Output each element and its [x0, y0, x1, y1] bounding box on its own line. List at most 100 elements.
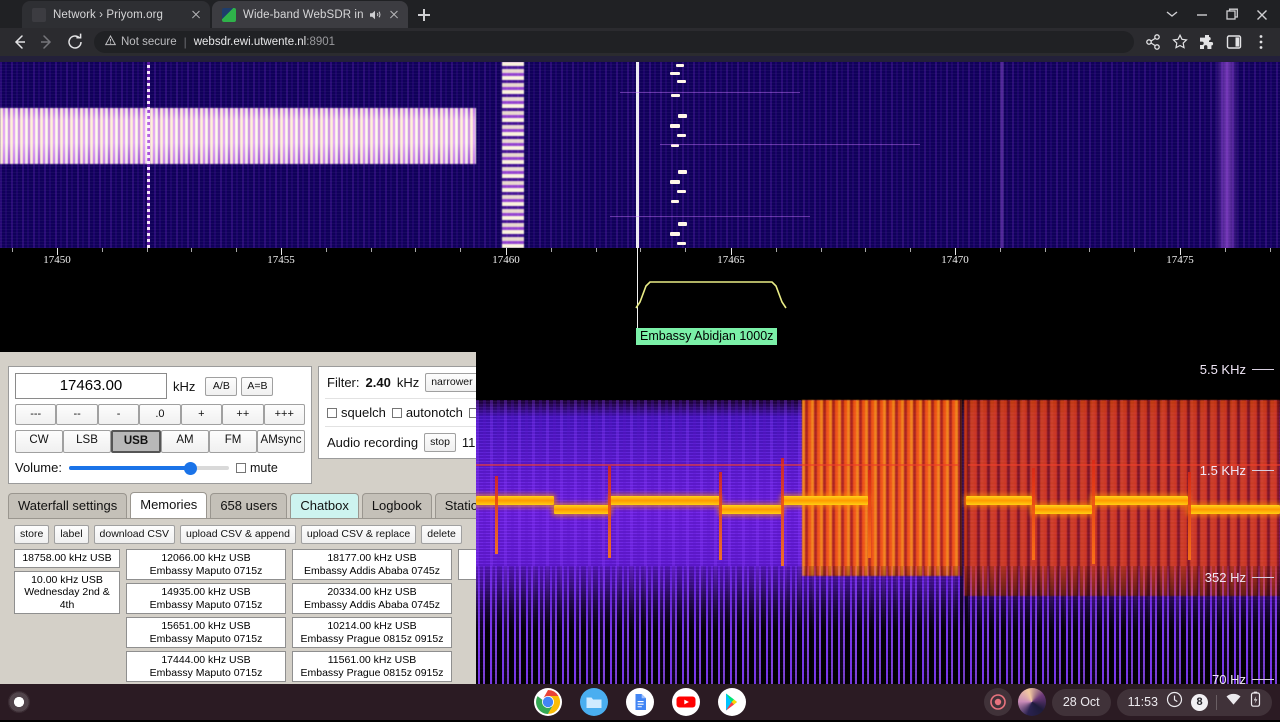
audio-spectrum-waterfall[interactable]: 5.5 KHz1.5 KHz352 Hz70 Hz [476, 352, 1280, 684]
status-tray-pill[interactable]: 11:53 8 [1117, 689, 1272, 716]
bookmark-star-icon[interactable] [1167, 29, 1193, 55]
screen-record-icon[interactable] [984, 688, 1012, 716]
websdr-control-panel[interactable]: 17463.00 kHz A/B A=B --- -- - .0 + ++ ++… [0, 352, 476, 684]
frequency-scale[interactable]: 174501745517460174651747017475 [0, 248, 1280, 272]
audio-recording-label: Audio recording [327, 435, 418, 450]
battery-icon[interactable] [1250, 691, 1261, 713]
memory-item[interactable]: 17444.00 kHz USB Embassy Maputo 0715z [126, 651, 286, 682]
station-memory-label[interactable]: Embassy Abidjan 1000z [636, 328, 777, 345]
frequency-tick-label: 17465 [717, 254, 745, 266]
mode-lsb-button[interactable]: LSB [63, 430, 111, 453]
step-minus-1-button[interactable]: - [98, 404, 139, 425]
noisereduction-checkbox[interactable] [469, 408, 476, 418]
wifi-icon[interactable] [1225, 692, 1242, 712]
memories-download-csv-button[interactable]: download CSV [94, 525, 175, 544]
address-bar[interactable]: Not secure | websdr.ewi.utwente.nl :8901 [94, 31, 1134, 53]
memories-store-button[interactable]: store [14, 525, 49, 544]
frequency-input[interactable]: 17463.00 [15, 373, 167, 399]
memory-item[interactable]: 10214.00 kHz USB Embassy Prague 0815z 09… [292, 617, 452, 648]
step-plus-3-button[interactable]: +++ [264, 404, 305, 425]
mode-usb-button[interactable]: USB [111, 430, 161, 453]
volume-thumb[interactable] [184, 462, 197, 475]
memory-frequency: 14935.00 kHz USB [131, 586, 281, 599]
step-plus-1-button[interactable]: + [181, 404, 222, 425]
tab-waterfall-settings[interactable]: Waterfall settings [8, 493, 127, 518]
close-icon[interactable] [1248, 1, 1276, 27]
memory-item[interactable]: 11561.00 kHz USB Embassy Prague 0815z 09… [292, 651, 452, 682]
passband-area[interactable]: Embassy Abidjan 1000z [0, 272, 1280, 352]
step-zero-button[interactable]: .0 [139, 404, 180, 425]
memory-name: Embassy Prague 0815z 0915z [297, 633, 447, 646]
memory-item[interactable]: 14935.00 kHz USB Embassy Maputo 0715z [126, 583, 286, 614]
tab-audio-mute-icon[interactable] [368, 8, 382, 22]
autonotch-toggle[interactable]: autonotch [392, 405, 463, 420]
volume-slider[interactable] [69, 461, 229, 475]
browser-window: Network › Priyom.org Wide-band WebSDR in… [0, 0, 1280, 56]
toolbar-right-icons [1140, 29, 1274, 55]
memories-upload-append-button[interactable]: upload CSV & append [180, 525, 296, 544]
youtube-app-icon[interactable] [671, 687, 701, 717]
squelch-checkbox[interactable] [327, 408, 337, 418]
audio-waterfall-canvas[interactable] [476, 400, 1280, 684]
play-store-app-icon[interactable] [717, 687, 747, 717]
tab-users[interactable]: 658 users [210, 493, 287, 518]
share-icon[interactable] [1140, 29, 1166, 55]
mode-fm-button[interactable]: FM [209, 430, 257, 453]
memory-name: Embassy Maputo 0715z [131, 633, 281, 646]
kebab-menu-icon[interactable] [1248, 29, 1274, 55]
chrome-app-icon[interactable] [533, 687, 563, 717]
step-plus-2-button[interactable]: ++ [222, 404, 263, 425]
memory-item[interactable]: 18177.00 kHz USB Embassy Addis Ababa 074… [292, 549, 452, 580]
back-arrow-icon[interactable] [6, 29, 32, 55]
squelch-toggle[interactable]: squelch [327, 405, 386, 420]
avatar[interactable] [1018, 688, 1046, 716]
files-app-icon[interactable] [579, 687, 609, 717]
memories-upload-replace-button[interactable]: upload CSV & replace [301, 525, 416, 544]
memory-item[interactable]: 20 Thur [458, 549, 476, 580]
mode-am-button[interactable]: AM [161, 430, 209, 453]
tab-memories[interactable]: Memories [130, 492, 207, 518]
memory-item[interactable]: 18758.00 kHz USB [14, 549, 120, 568]
recording-counter: 119 [462, 435, 476, 450]
browser-tab-priyom[interactable]: Network › Priyom.org [22, 1, 210, 28]
tab-logbook[interactable]: Logbook [362, 493, 432, 518]
mode-amsync-button[interactable]: AMsync [257, 430, 305, 453]
rf-waterfall-canvas[interactable] [0, 56, 1280, 248]
chevron-down-icon[interactable] [1158, 1, 1186, 27]
vfo-aeqb-button[interactable]: A=B [241, 377, 273, 396]
memory-item[interactable]: 20334.00 kHz USB Embassy Addis Ababa 074… [292, 583, 452, 614]
filter-narrower-button[interactable]: narrower [425, 373, 476, 392]
autonotch-checkbox[interactable] [392, 408, 402, 418]
mute-checkbox-wrapper[interactable]: mute [236, 461, 278, 475]
passband-shape[interactable] [630, 272, 810, 318]
mute-checkbox[interactable] [236, 463, 246, 473]
extensions-puzzle-icon[interactable] [1194, 29, 1220, 55]
restore-icon[interactable] [1218, 1, 1246, 27]
vfo-ab-button[interactable]: A/B [205, 377, 237, 396]
step-minus-3-button[interactable]: --- [15, 404, 56, 425]
memory-item[interactable]: 10.00 kHz USB Wednesday 2nd & 4th [14, 571, 120, 615]
mode-cw-button[interactable]: CW [15, 430, 63, 453]
recording-stop-button[interactable]: stop [424, 433, 456, 452]
minimize-icon[interactable] [1188, 1, 1216, 27]
rf-spectrum-waterfall[interactable] [0, 56, 1280, 248]
memories-label-button[interactable]: label [54, 525, 88, 544]
step-minus-2-button[interactable]: -- [56, 404, 97, 425]
launcher-button[interactable] [8, 691, 30, 713]
frequency-tick-minor [1134, 248, 1135, 252]
close-icon[interactable] [386, 7, 402, 23]
browser-tab-websdr[interactable]: Wide-band WebSDR in Ensch [212, 1, 408, 28]
notification-badge[interactable]: 8 [1191, 694, 1208, 711]
audio-carrier-segment [1092, 496, 1188, 505]
tab-station-info[interactable]: Station info [435, 493, 476, 518]
date-tray-pill[interactable]: 28 Oct [1052, 689, 1111, 716]
side-panel-icon[interactable] [1221, 29, 1247, 55]
tab-chatbox[interactable]: Chatbox [290, 493, 358, 518]
close-icon[interactable] [188, 7, 204, 23]
reload-icon[interactable] [62, 29, 88, 55]
memories-delete-button[interactable]: delete [421, 525, 462, 544]
docs-app-icon[interactable] [625, 687, 655, 717]
memory-item[interactable]: 15651.00 kHz USB Embassy Maputo 0715z [126, 617, 286, 648]
memory-item[interactable]: 12066.00 kHz USB Embassy Maputo 0715z [126, 549, 286, 580]
new-tab-button[interactable] [412, 3, 436, 27]
